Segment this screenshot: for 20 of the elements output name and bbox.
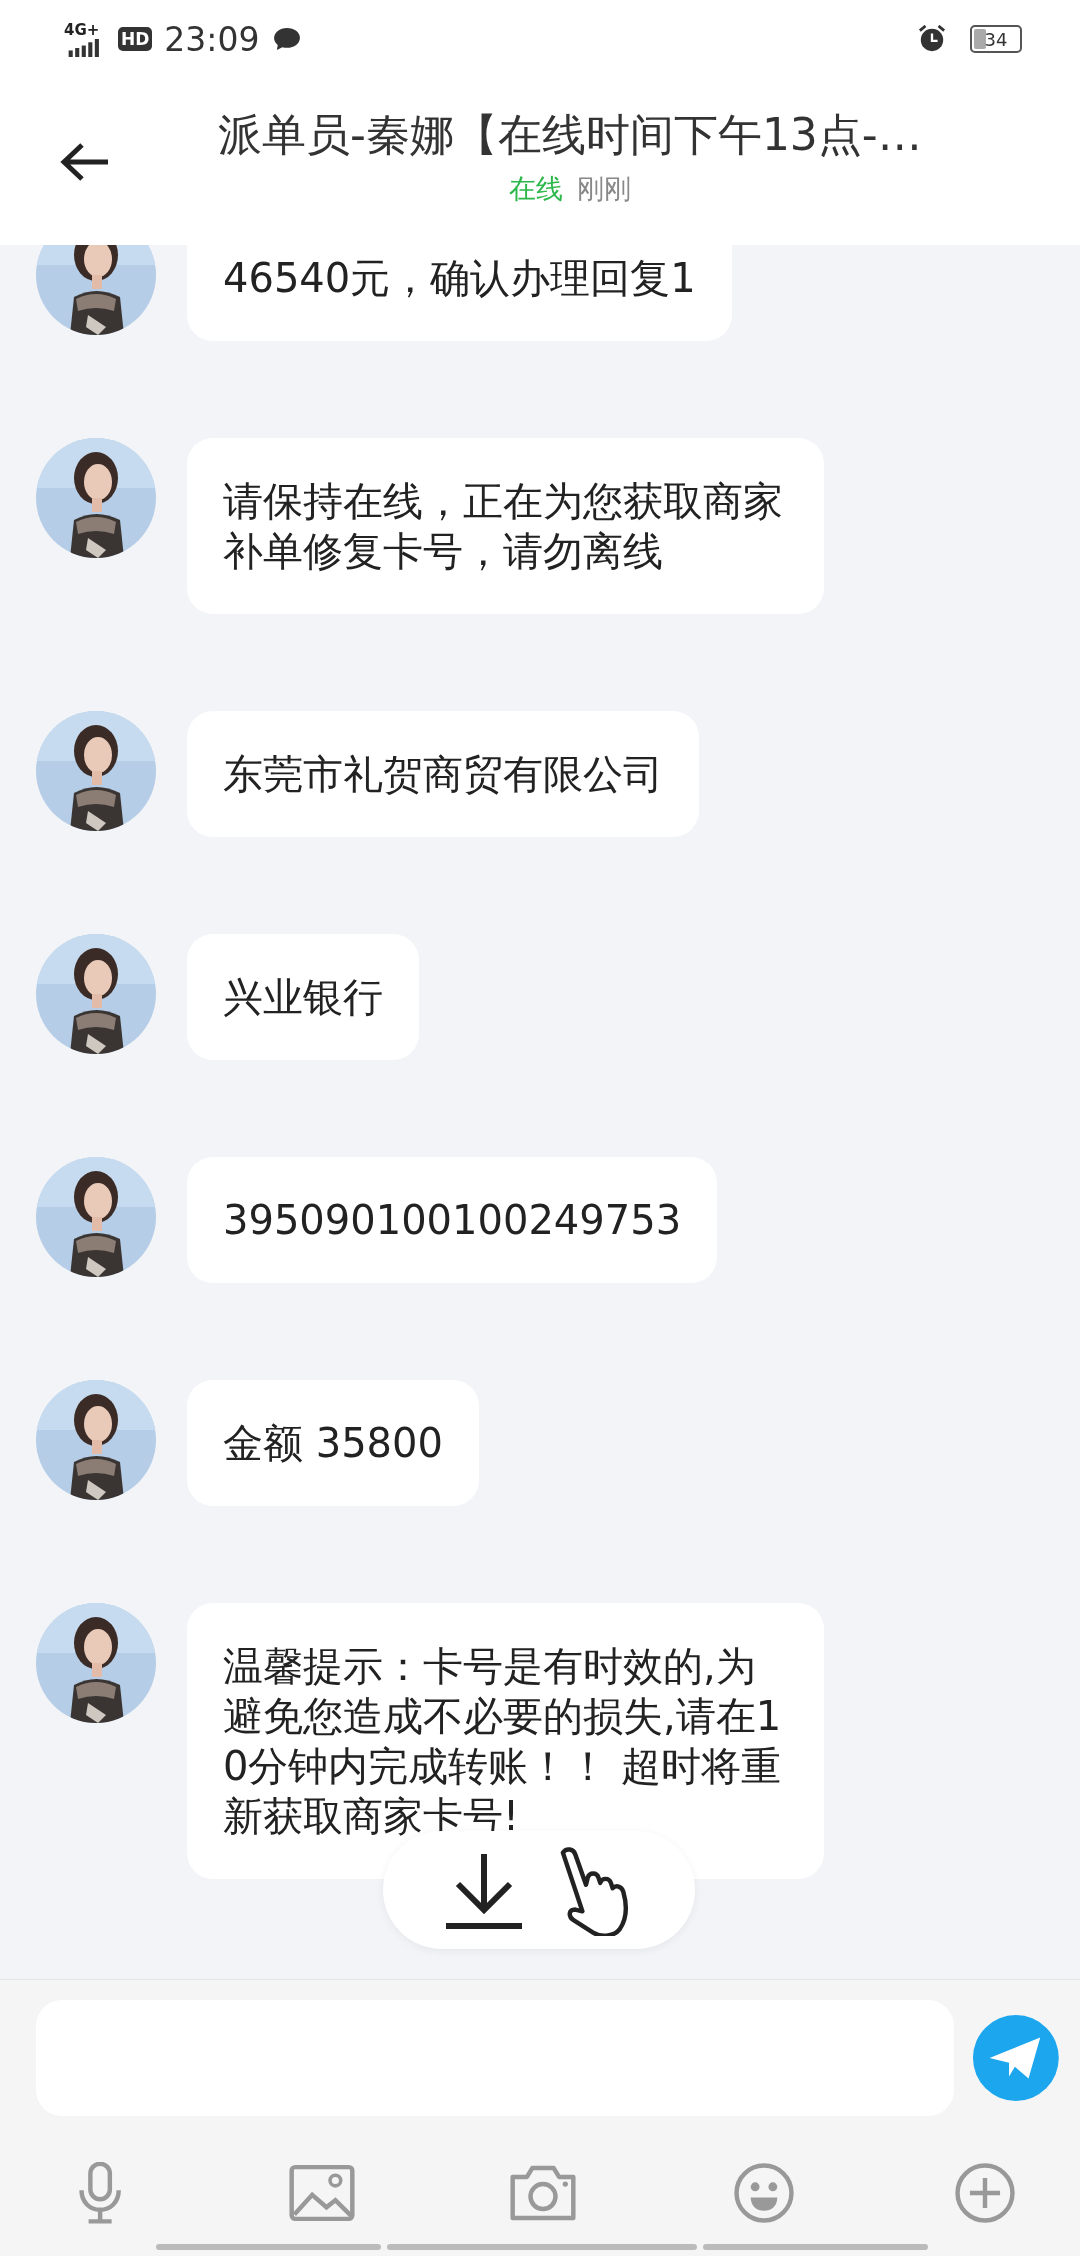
last-seen: 刚刚 — [576, 172, 631, 206]
battery-icon: 34 — [970, 25, 1022, 53]
online-status: 在线 — [508, 172, 563, 206]
image-icon[interactable] — [289, 2162, 355, 2224]
alarm-clock-icon — [918, 25, 946, 53]
message-bubble: 请保持在线，正在为您获取商家补单修复卡号，请勿离线 — [187, 438, 824, 614]
chat-title: 派单员-秦娜【在线时间下午13点-… — [218, 108, 922, 162]
hd-badge: HD — [118, 27, 153, 51]
send-button[interactable] — [972, 2014, 1060, 2102]
message-bubble: 金额 35800 — [187, 1380, 479, 1506]
back-arrow-icon[interactable] — [60, 141, 110, 182]
clock: 23:09 — [164, 19, 260, 59]
message-bubble: 东莞市礼贺商贸有限公司 — [187, 711, 699, 837]
emoji-icon[interactable] — [731, 2162, 797, 2224]
add-icon[interactable] — [952, 2162, 1018, 2224]
message-bubble: 兴业银行 — [187, 934, 419, 1060]
message-bubble: 395090100100249753 — [187, 1157, 718, 1283]
network-label: 4G+ — [64, 21, 100, 38]
chat-bubble-icon — [273, 27, 302, 51]
message-bubble: 46540元，确认办理回复1 — [187, 245, 732, 341]
